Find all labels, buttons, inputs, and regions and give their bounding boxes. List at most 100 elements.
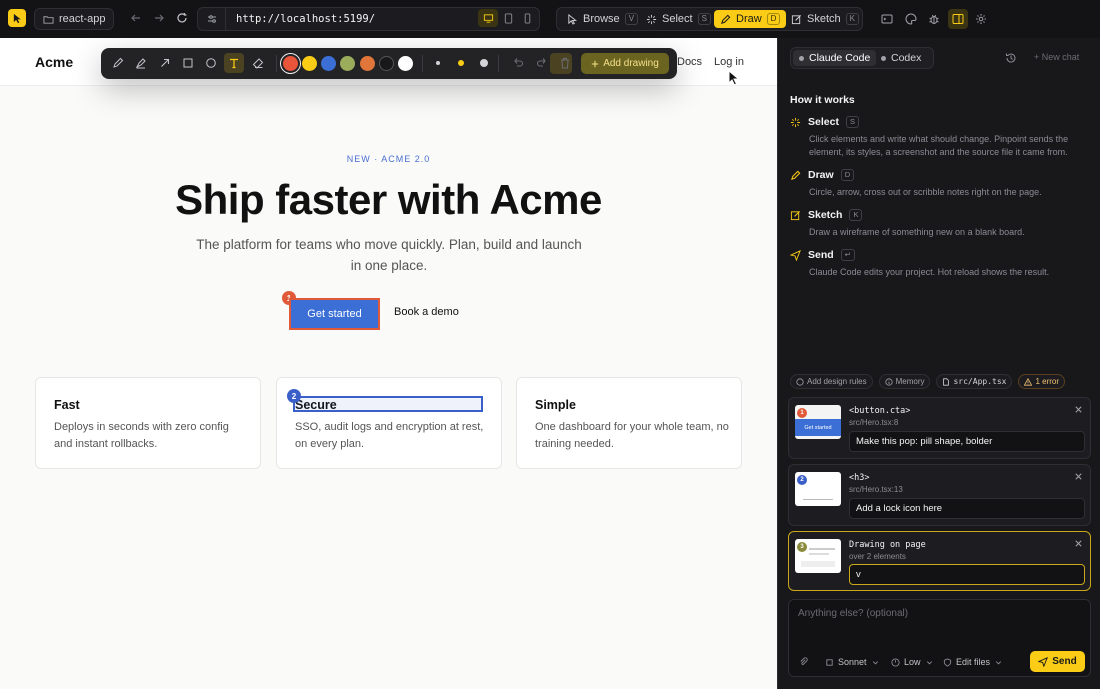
agent-tabs: Claude Code Codex [790, 47, 934, 69]
pencil-tool[interactable] [110, 55, 126, 71]
rectangle-tool[interactable] [180, 55, 196, 71]
project-selector[interactable]: react-app [34, 8, 115, 30]
mode-select-key: S [697, 13, 711, 25]
tablet-view-button[interactable] [501, 11, 515, 25]
terminal-button[interactable] [877, 9, 897, 29]
color-swatch-orange[interactable] [360, 56, 375, 71]
design-rules-chip[interactable]: Add design rules [790, 374, 873, 389]
annotation-marker-2[interactable]: 2 [287, 389, 301, 403]
how-key: D [840, 169, 855, 181]
mode-browse-label: Browse [583, 13, 620, 25]
new-chat-button[interactable]: + New chat [1034, 52, 1079, 62]
page-preview[interactable]: Acme Docs Log in Add drawing NEW · ACME … [0, 38, 777, 689]
annotation-note-input[interactable]: Add a lock icon here [849, 498, 1085, 519]
history-icon[interactable] [1005, 52, 1017, 64]
annotation-note-input[interactable]: v [849, 564, 1085, 585]
reload-icon [177, 13, 187, 23]
mode-browse[interactable]: Browse V [561, 10, 644, 28]
mode-draw[interactable]: Draw D [714, 10, 787, 28]
send-button[interactable]: Send [1030, 651, 1085, 672]
site-brand[interactable]: Acme [35, 54, 73, 70]
close-icon[interactable] [1074, 472, 1083, 481]
thumb-text-line [809, 548, 835, 550]
annotation-note-input[interactable]: Make this pop: pill shape, bolder [849, 431, 1085, 452]
message-composer[interactable]: Anything else? (optional) Sonnet Low Edi… [788, 599, 1091, 677]
permission-select[interactable]: Edit files [943, 657, 1003, 667]
add-drawing-button[interactable]: Add drawing [581, 53, 669, 74]
panel-toggle-button[interactable] [948, 9, 968, 29]
nav-login-link[interactable]: Log in [714, 56, 744, 68]
circle-tool[interactable] [203, 55, 219, 71]
color-swatch-yellow[interactable] [302, 56, 317, 71]
close-icon[interactable] [1074, 539, 1083, 548]
color-swatch-black[interactable] [379, 56, 394, 71]
color-swatch-olive[interactable] [340, 56, 355, 71]
memory-chip[interactable]: Memory [878, 374, 931, 389]
forward-button[interactable] [152, 11, 166, 25]
clear-button[interactable] [557, 55, 573, 71]
card-body: SSO, audit logs and encryption at rest, … [295, 421, 484, 450]
effort-select[interactable]: Low [891, 657, 934, 667]
color-swatch-red[interactable] [283, 56, 298, 71]
how-draw: Draw D Circle, arrow, cross out or scrib… [790, 169, 1090, 199]
thumb-marker: 3 [797, 542, 807, 552]
annotation-card-2[interactable]: 2 <h3> src/Hero.tsx:13 Add a lock icon h… [788, 464, 1091, 526]
debug-button[interactable] [924, 9, 944, 29]
chevron-down-icon [926, 660, 932, 664]
desktop-view-button[interactable] [478, 9, 498, 27]
toolbar-divider [276, 55, 277, 72]
error-chip[interactable]: 1 error [1018, 374, 1066, 389]
tab-codex[interactable]: Codex [875, 50, 927, 66]
bug-icon [929, 14, 939, 24]
sidebar-icon [952, 14, 964, 24]
stroke-size-medium-dot [458, 60, 464, 66]
how-key: K [849, 209, 863, 221]
annotation-thumbnail: 3 [795, 539, 841, 573]
reload-button[interactable] [175, 11, 189, 25]
app-logo [8, 9, 26, 27]
stroke-size-small[interactable] [436, 61, 440, 65]
tab-claude-code[interactable]: Claude Code [793, 50, 877, 66]
annotation-card-3[interactable]: 3 Drawing on page over 2 elements v [788, 531, 1091, 591]
mode-sketch[interactable]: Sketch K [785, 10, 865, 28]
send-label: Send [1052, 656, 1077, 667]
arrow-tool[interactable] [157, 55, 173, 71]
info-icon [884, 377, 893, 386]
book-demo-button[interactable]: Book a demo [394, 306, 459, 318]
annotation-tag: Drawing on page [849, 540, 926, 550]
sparkle-icon [790, 117, 801, 127]
text-tool[interactable] [224, 53, 244, 73]
mode-switcher: Browse V Select S Draw D Sketch K [556, 7, 863, 31]
folder-icon [43, 15, 54, 24]
close-icon[interactable] [1074, 405, 1083, 414]
palette-button[interactable] [901, 9, 921, 29]
url-text[interactable]: http://localhost:5199/ [236, 13, 375, 25]
add-drawing-label: Add drawing [603, 58, 659, 69]
mobile-view-button[interactable] [520, 11, 534, 25]
mode-select[interactable]: Select S [640, 10, 717, 28]
how-key: ↵ [840, 249, 855, 261]
tab-codex-label: Codex [891, 52, 922, 64]
annotation-card-1[interactable]: Get started 1 <button.cta> src/Hero.tsx:… [788, 397, 1091, 459]
stroke-size-large[interactable] [480, 59, 488, 67]
highlighter-tool[interactable] [133, 55, 149, 71]
mode-draw-key: D [766, 13, 781, 25]
card-body: One dashboard for your whole team, no tr… [535, 421, 729, 450]
toolbar-divider [422, 55, 423, 72]
nav-docs-link[interactable]: Docs [677, 56, 702, 68]
get-started-button[interactable]: Get started [289, 298, 380, 330]
square-icon [183, 58, 193, 68]
file-chip[interactable]: src/App.tsx [936, 374, 1013, 389]
attach-button[interactable] [799, 657, 808, 666]
composer-input[interactable]: Anything else? (optional) [798, 608, 908, 619]
color-swatch-white[interactable] [398, 56, 413, 71]
redo-button[interactable] [534, 55, 550, 71]
model-select[interactable]: Sonnet [825, 657, 880, 667]
settings-button[interactable] [971, 9, 991, 29]
gauge-icon [891, 657, 900, 667]
eraser-tool[interactable] [250, 55, 266, 71]
site-settings-button[interactable] [198, 8, 226, 30]
color-swatch-blue[interactable] [321, 56, 336, 71]
back-button[interactable] [129, 11, 143, 25]
undo-button[interactable] [510, 55, 526, 71]
